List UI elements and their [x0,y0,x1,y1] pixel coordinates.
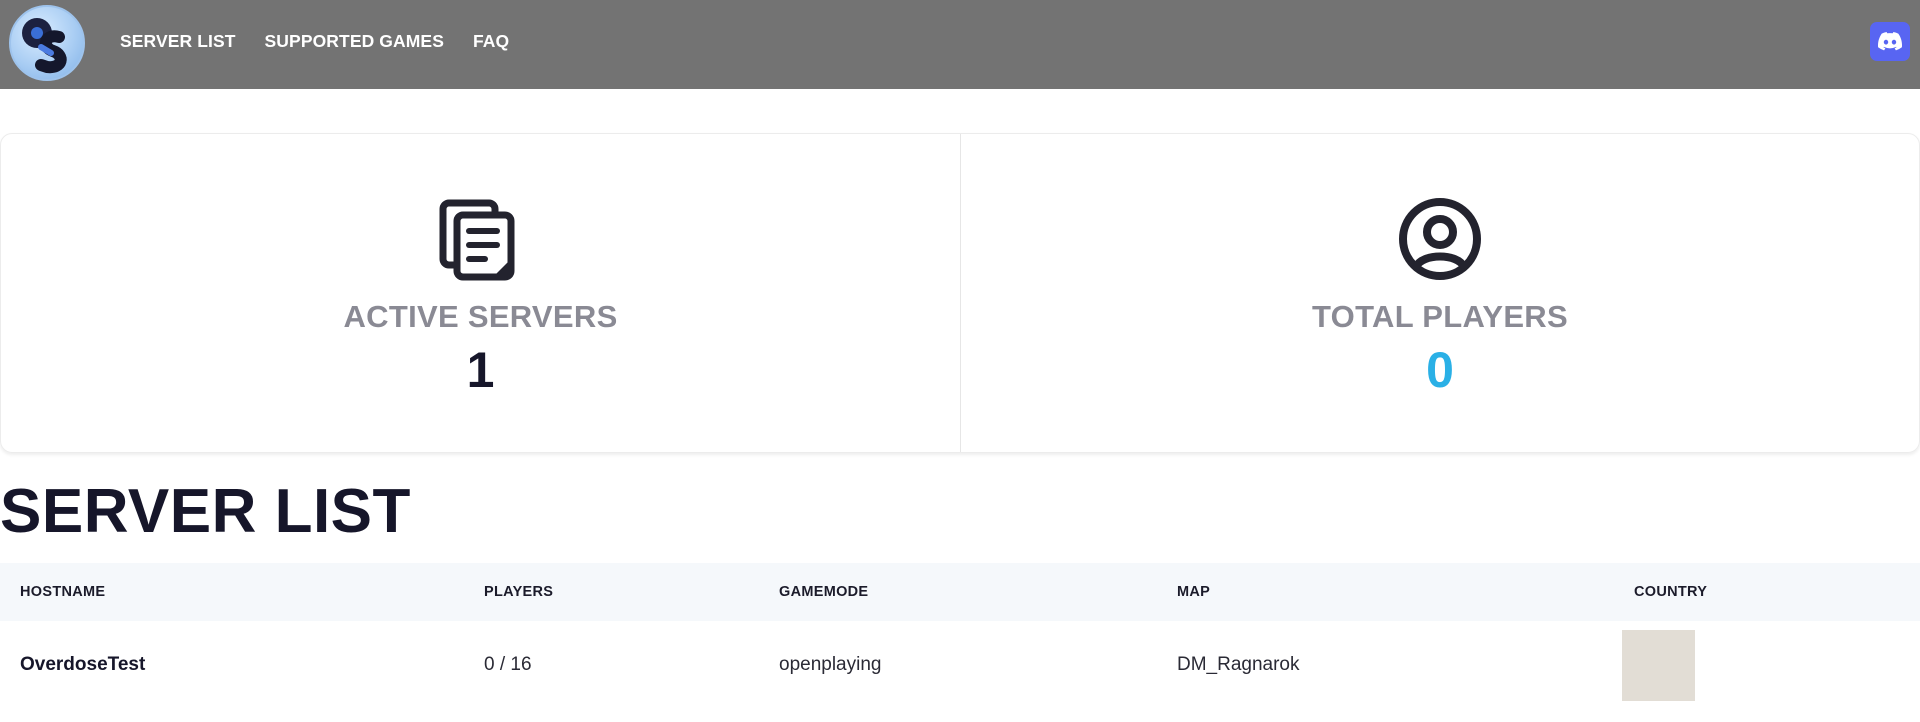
active-servers-value: 1 [466,342,495,398]
nav-server-list[interactable]: SERVER LIST [120,31,236,52]
column-gamemode[interactable]: GAMEMODE [779,563,868,621]
discord-button[interactable] [1870,22,1910,61]
stats-card: ACTIVE SERVERS 1 TOTAL PLAYERS 0 [0,133,1920,453]
column-hostname[interactable]: HOSTNAME [20,563,105,621]
row-gamemode: openplaying [779,654,882,675]
nav-faq[interactable]: FAQ [473,31,509,52]
discord-icon [1878,32,1902,51]
active-servers-label: ACTIVE SERVERS [343,299,618,334]
row-map: DM_Ragnarok [1177,654,1300,675]
column-country[interactable]: COUNTRY [1634,563,1707,621]
total-players-stat: TOTAL PLAYERS 0 [960,134,1919,452]
server-table: HOSTNAME PLAYERS GAMEMODE MAP COUNTRY Ov… [0,563,1920,709]
column-map[interactable]: MAP [1177,563,1210,621]
documents-icon [439,199,514,281]
total-players-value: 0 [1426,342,1454,398]
top-navbar: SERVER LIST SUPPORTED GAMES FAQ [0,0,1920,89]
row-players: 0 / 16 [484,654,532,675]
table-header: HOSTNAME PLAYERS GAMEMODE MAP COUNTRY [0,563,1920,621]
total-players-label: TOTAL PLAYERS [1312,299,1568,334]
country-flag [1622,630,1695,701]
column-players[interactable]: PLAYERS [484,563,553,621]
user-circle-icon [1399,198,1481,280]
main-nav: SERVER LIST SUPPORTED GAMES FAQ [120,0,509,83]
table-row[interactable]: OverdoseTest 0 / 16 openplaying DM_Ragna… [0,621,1920,709]
site-logo[interactable] [9,5,85,81]
nav-supported-games[interactable]: SUPPORTED GAMES [265,31,444,52]
server-list-title: SERVER LIST [0,477,411,546]
os-logo-icon [22,18,67,74]
active-servers-stat: ACTIVE SERVERS 1 [1,134,960,452]
row-hostname[interactable]: OverdoseTest [20,621,145,709]
